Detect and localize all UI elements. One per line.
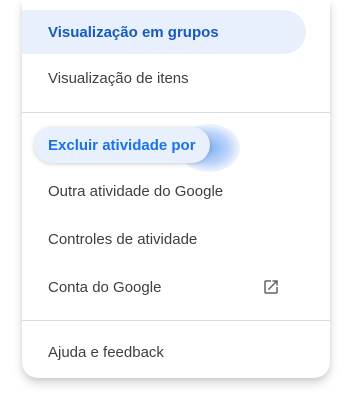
menu-item-label: Outra atividade do Google bbox=[48, 182, 224, 200]
menu-item-label: Visualização em grupos bbox=[48, 23, 219, 41]
menu-item-label: Ajuda e feedback bbox=[48, 343, 164, 361]
menu-item-help-feedback[interactable]: Ajuda e feedback bbox=[22, 330, 164, 374]
menu-item-delete-activity-by[interactable]: Excluir atividade por bbox=[34, 127, 210, 163]
menu-item-label: Controles de atividade bbox=[48, 230, 198, 248]
menu-item-item-view[interactable]: Visualização de itens bbox=[22, 56, 189, 100]
menu-divider bbox=[22, 112, 330, 113]
page: Visualização em grupos Visualização de i… bbox=[0, 0, 357, 404]
menu-item-other-google-activity[interactable]: Outra atividade do Google bbox=[22, 169, 223, 213]
menu-item-google-account[interactable]: Conta do Google bbox=[22, 265, 330, 309]
menu-item-label: Conta do Google bbox=[48, 278, 162, 296]
overflow-menu: Visualização em grupos Visualização de i… bbox=[22, 0, 330, 378]
open-in-new-icon bbox=[264, 280, 278, 294]
menu-item-bundle-view[interactable]: Visualização em grupos bbox=[22, 10, 306, 54]
menu-item-label: Visualização de itens bbox=[48, 69, 189, 87]
menu-item-activity-controls[interactable]: Controles de atividade bbox=[22, 217, 197, 261]
menu-item-label: Excluir atividade por bbox=[48, 136, 196, 154]
menu-divider bbox=[22, 320, 330, 321]
